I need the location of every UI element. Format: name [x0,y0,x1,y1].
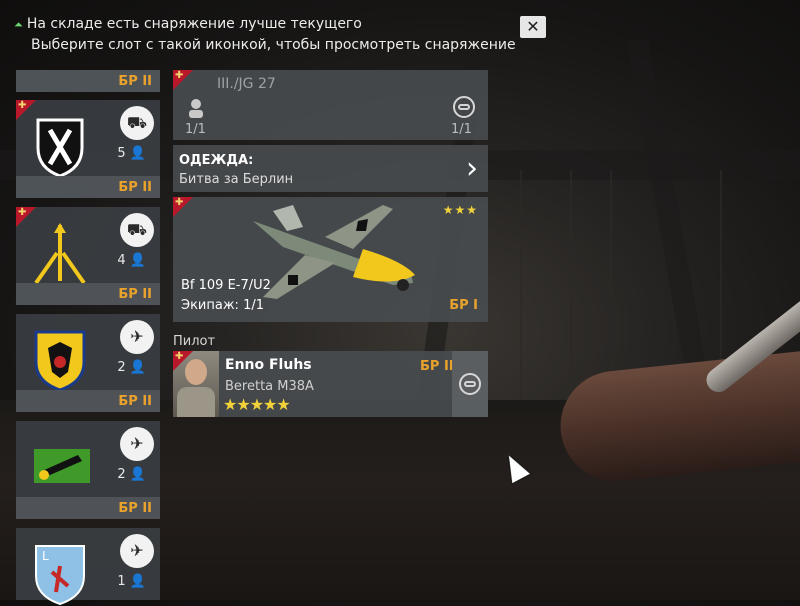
crew-person-icon: 👤 [129,253,146,268]
aircraft-name: Bf 109 E-7/U2 [181,278,271,293]
card-br: БР II [118,501,152,516]
close-icon[interactable]: ✕ [520,16,546,38]
unit-right-count: 1/1 [451,122,472,137]
pilot-name: Enno Fluhs [225,357,312,373]
double-chevron-up-icon: ⏶ [14,18,23,31]
svg-text:L: L [42,549,49,563]
aircraft-br: БР I [449,298,478,313]
plane-icon: ✈ [120,320,154,354]
aircraft-card[interactable]: ✚ ★★★ Bf 109 E-7/U2 Экипаж: 1/1 БР I [173,197,488,322]
crew-person-icon: 👤 [129,360,146,375]
crew-person-icon: 👤 [129,467,146,482]
clothing-button[interactable]: ОДЕЖДА: Битва за Берлин › [173,145,488,192]
plane-icon: ✈ [120,534,154,568]
notification-line-2: Выберите слот с такой иконкой, чтобы про… [31,37,516,53]
crew-count: 4 [117,253,126,268]
tank-icon: ⛟ [120,213,154,247]
aircraft-stars: ★★★ [442,203,478,217]
unit-card[interactable]: ✈ 2 👤 БР II [16,421,160,519]
aircraft-crew: Экипаж: 1/1 [181,298,264,313]
shield-x-emblem [36,118,84,178]
eagle-shield-emblem [34,330,86,392]
card-br: БР II [118,287,152,302]
pilot-br: БР II [420,359,454,374]
crew-person-icon: 👤 [129,146,146,161]
pilot-section-label: Пилот [173,334,216,349]
crew-person-icon: 👤 [129,574,146,589]
background-aircraft [555,343,800,487]
pilot-weapon: Beretta M38A [225,379,314,394]
pilot-card[interactable]: ✚ Enno Fluhs Beretta M38A ★★★★★ БР II [173,351,488,417]
unit-panel[interactable]: ✚ III./JG 27 1/1 1/1 [173,70,488,140]
card-br: БР II [118,74,152,89]
arrows-emblem [34,223,86,285]
crew-count: 1 [117,574,126,589]
tank-icon: ⛟ [120,106,154,140]
unit-left-count: 1/1 [185,122,206,137]
pilot-stars: ★★★★★ [223,395,291,414]
clothing-name: Битва за Берлин [179,172,294,187]
unit-name: III./JG 27 [217,76,276,92]
crew-count: 5 [117,146,126,161]
crew-count: 2 [117,467,126,482]
unit-card[interactable]: БР II [16,70,160,92]
unit-card[interactable]: L ✈ 1 👤 [16,528,160,606]
clothing-title: ОДЕЖДА: [179,153,254,168]
crew-count: 2 [117,360,126,375]
pilot-helmet-icon [453,96,475,118]
pilot-helmet-icon [459,373,481,395]
person-icon [189,99,203,118]
equipment-notification: ⏶ На складе есть снаряжение лучше текущег… [14,14,516,55]
card-br: БР II [118,394,152,409]
plane-icon: ✈ [120,427,154,461]
green-plane-emblem [34,449,90,483]
notification-line-1: На складе есть снаряжение лучше текущего [26,16,362,32]
blue-shield-emblem: L [35,545,85,606]
unit-card[interactable]: ✚ ⛟ 4 👤 БР II [16,207,160,305]
unit-card[interactable]: ✚ ⛟ 5 👤 БР II [16,100,160,198]
unit-card[interactable]: ✈ 2 👤 БР II [16,314,160,412]
card-br: БР II [118,180,152,195]
chevron-right-icon: › [466,151,478,186]
